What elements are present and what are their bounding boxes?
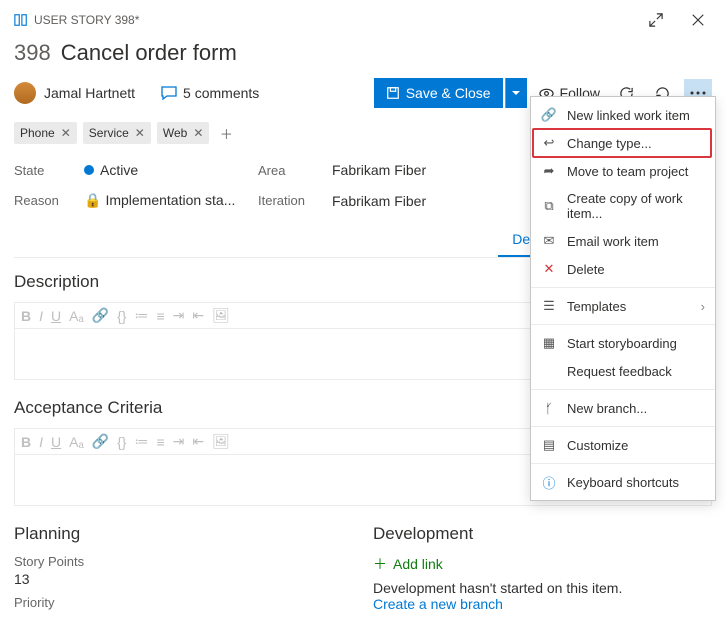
priority-label: Priority <box>14 595 353 610</box>
move-icon: ➦ <box>541 163 557 179</box>
save-button[interactable]: Save & Close <box>374 78 503 108</box>
menu-shortcuts[interactable]: ⓘKeyboard shortcuts <box>531 468 715 496</box>
area-label: Area <box>258 163 318 178</box>
menu-customize[interactable]: ▤Customize <box>531 431 715 459</box>
delete-icon: ✕ <box>541 261 557 277</box>
state-dot-icon <box>84 165 94 175</box>
chevron-right-icon: › <box>701 299 705 314</box>
close-icon[interactable]: ✕ <box>61 126 71 140</box>
plus-icon: ＋ <box>373 554 387 574</box>
workitem-id: 398 <box>14 40 51 66</box>
templates-icon: ☰ <box>541 298 557 314</box>
menu-copy[interactable]: ⧉Create copy of work item... <box>531 185 715 227</box>
add-link-button[interactable]: ＋ Add link <box>373 554 712 574</box>
customize-icon: ▤ <box>541 437 557 453</box>
state-field[interactable]: Active <box>84 162 244 178</box>
copy-icon: ⧉ <box>541 198 557 214</box>
work-item-type-icon <box>14 13 28 27</box>
comments-link[interactable]: 5 comments <box>161 85 259 101</box>
storyboard-icon: ▦ <box>541 335 557 351</box>
expand-icon[interactable] <box>642 6 670 34</box>
workitem-title[interactable]: Cancel order form <box>61 40 237 66</box>
area-field[interactable]: Fabrikam Fiber <box>332 162 532 178</box>
breadcrumb-type: USER STORY 398* <box>34 13 139 27</box>
menu-change-type[interactable]: ↩Change type... <box>531 129 715 157</box>
menu-move[interactable]: ➦Move to team project <box>531 157 715 185</box>
development-text: Development hasn't started on this item. <box>373 580 712 596</box>
iteration-label: Iteration <box>258 193 318 208</box>
assignee-picker[interactable]: Jamal Hartnett <box>14 82 135 104</box>
iteration-field[interactable]: Fabrikam Fiber <box>332 193 532 209</box>
change-type-icon: ↩ <box>541 135 557 151</box>
tag-web[interactable]: Web✕ <box>157 122 210 144</box>
menu-branch[interactable]: ᚶNew branch... <box>531 394 715 422</box>
email-icon: ✉ <box>541 233 557 249</box>
planning-header: Planning <box>14 524 353 544</box>
story-points-label: Story Points <box>14 554 353 569</box>
menu-storyboard[interactable]: ▦Start storyboarding <box>531 329 715 357</box>
close-icon[interactable] <box>684 6 712 34</box>
menu-email[interactable]: ✉Email work item <box>531 227 715 255</box>
reason-label: Reason <box>14 193 70 208</box>
tag-phone[interactable]: Phone✕ <box>14 122 77 144</box>
avatar <box>14 82 36 104</box>
create-branch-link[interactable]: Create a new branch <box>373 596 712 612</box>
state-label: State <box>14 163 70 178</box>
save-dropdown-button[interactable] <box>505 78 527 108</box>
branch-icon: ᚶ <box>541 400 557 416</box>
tag-service[interactable]: Service✕ <box>83 122 151 144</box>
info-icon: ⓘ <box>541 474 557 490</box>
menu-delete[interactable]: ✕Delete <box>531 255 715 283</box>
lock-icon: 🔒 <box>84 192 101 208</box>
add-tag-button[interactable]: ＋ <box>215 122 237 144</box>
reason-field[interactable]: 🔒Implementation sta... <box>84 192 244 209</box>
close-icon[interactable]: ✕ <box>135 126 145 140</box>
more-actions-menu: 🔗New linked work item ↩Change type... ➦M… <box>530 96 716 501</box>
assignee-name: Jamal Hartnett <box>44 85 135 101</box>
story-points-value[interactable]: 13 <box>14 571 353 587</box>
menu-templates[interactable]: ☰Templates› <box>531 292 715 320</box>
close-icon[interactable]: ✕ <box>193 126 203 140</box>
link-icon: 🔗 <box>541 107 557 123</box>
development-header: Development <box>373 524 712 544</box>
menu-feedback[interactable]: Request feedback <box>531 357 715 385</box>
comments-count: 5 comments <box>183 85 259 101</box>
menu-new-linked[interactable]: 🔗New linked work item <box>531 101 715 129</box>
feedback-icon <box>541 363 557 379</box>
